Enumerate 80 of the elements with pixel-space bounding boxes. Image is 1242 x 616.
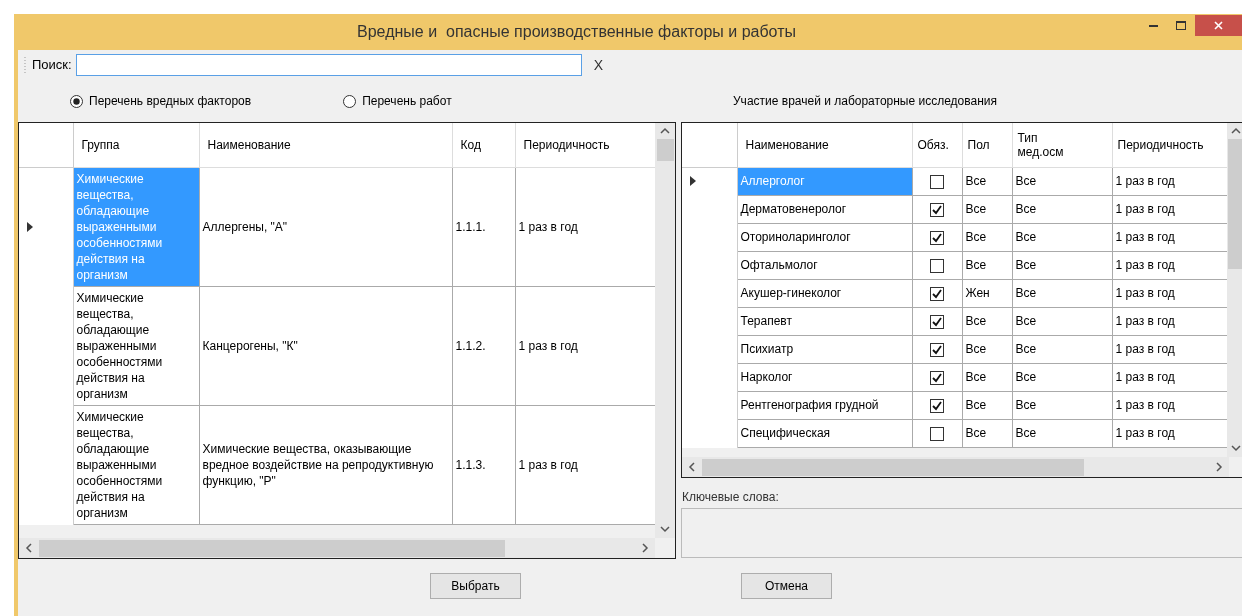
table-cell: Все xyxy=(962,307,1012,335)
table-cell: Аллерголог xyxy=(737,167,912,195)
table-cell: Все xyxy=(962,223,1012,251)
maximize-icon xyxy=(1176,20,1186,30)
scroll-thumb[interactable] xyxy=(1228,139,1242,269)
table-cell: Все xyxy=(1012,195,1112,223)
minimize-icon xyxy=(1148,23,1158,27)
radio-option[interactable]: Перечень вредных факторов xyxy=(70,92,252,110)
column-header[interactable]: Периодичность xyxy=(1112,123,1227,167)
table-cell: Все xyxy=(962,167,1012,195)
table-cell: Специфическая xyxy=(737,419,912,447)
column-header[interactable]: Наименование xyxy=(199,123,452,167)
table-cell: Все xyxy=(962,391,1012,419)
scroll-thumb[interactable] xyxy=(656,139,674,161)
table-cell: Химические вещества, обладающие выраженными особенностями действия на организм xyxy=(73,286,199,405)
checkbox[interactable] xyxy=(930,202,944,217)
table-cell: Химические вещества, обладающие выраженными особенностями действия на организм xyxy=(73,167,199,286)
vertical-scrollbar[interactable] xyxy=(655,123,675,538)
table-cell: Канцерогены, "К" xyxy=(199,286,452,405)
checkbox[interactable] xyxy=(930,314,944,329)
radio-option[interactable]: Перечень работ xyxy=(343,92,452,110)
checkbox[interactable] xyxy=(930,258,944,273)
table-cell: Химические вещества, оказывающие вредное воздействие на репродуктивную функцию, "Р" xyxy=(199,405,452,524)
dialog-button[interactable]: Выбрать xyxy=(430,573,521,599)
table-cell: Все xyxy=(1012,335,1112,363)
table-cell: Все xyxy=(1012,363,1112,391)
column-header[interactable]: Код xyxy=(452,123,515,167)
table-cell: Химические вещества, обладающие выраженными особенностями действия на организм xyxy=(73,405,199,524)
table-cell: Все xyxy=(1012,307,1112,335)
column-header[interactable]: Обяз. xyxy=(912,123,962,167)
table-cell: Все xyxy=(962,251,1012,279)
table-cell: Все xyxy=(1012,223,1112,251)
table-cell: Жен xyxy=(962,279,1012,307)
panel-title: Участие врачей и лабораторные исследования xyxy=(733,93,998,110)
keywords-label: Ключевые слова: xyxy=(682,489,780,506)
table-cell: Все xyxy=(1012,167,1112,195)
table-cell: 1.1.2. xyxy=(452,286,515,405)
table-cell: Терапевт xyxy=(737,307,912,335)
table-cell: Все xyxy=(962,195,1012,223)
table-cell: Все xyxy=(1012,251,1112,279)
table-cell: Нарколог xyxy=(737,363,912,391)
table-cell: Все xyxy=(962,363,1012,391)
keywords-field[interactable] xyxy=(681,508,1242,558)
column-header[interactable]: Наименование xyxy=(737,123,912,167)
horizontal-scrollbar[interactable] xyxy=(19,538,655,558)
table-cell: Все xyxy=(1012,391,1112,419)
window-title: Вредные и опасные производственные факторы и работы xyxy=(356,22,797,42)
column-header[interactable]: Периодичность xyxy=(515,123,655,167)
table-cell: Акушер-гинеколог xyxy=(737,279,912,307)
search-field[interactable] xyxy=(75,54,582,76)
column-header[interactable]: Группа xyxy=(73,123,199,167)
table-cell: 1.1.1. xyxy=(452,167,515,286)
table-cell: Все xyxy=(962,335,1012,363)
table-cell: Рентгенография грудной xyxy=(737,391,912,419)
dialog-button[interactable]: Отмена xyxy=(741,573,832,599)
checkbox[interactable] xyxy=(930,370,944,385)
close-icon xyxy=(1214,20,1223,30)
horizontal-scrollbar[interactable] xyxy=(682,457,1229,477)
checkbox[interactable] xyxy=(930,286,944,301)
checkbox[interactable] xyxy=(930,398,944,413)
column-header[interactable]: Пол xyxy=(962,123,1012,167)
table-cell: 1.1.3. xyxy=(452,405,515,524)
table-cell: Оториноларинголог xyxy=(737,223,912,251)
clear-button[interactable]: X xyxy=(593,54,603,76)
scroll-thumb[interactable] xyxy=(39,539,505,557)
table-cell: Офтальмолог xyxy=(737,251,912,279)
table-cell: Все xyxy=(962,419,1012,447)
vertical-scrollbar[interactable] xyxy=(1227,123,1242,457)
search-label: Поиск: xyxy=(32,56,72,75)
table-cell: Психиатр xyxy=(737,335,912,363)
checkbox[interactable] xyxy=(930,174,944,189)
table-cell: Дерматовенеролог xyxy=(737,195,912,223)
column-header[interactable]: Тип мед.осм xyxy=(1012,123,1112,167)
checkbox[interactable] xyxy=(930,426,944,441)
table-cell: Все xyxy=(1012,419,1112,447)
checkbox[interactable] xyxy=(930,230,944,245)
checkbox[interactable] xyxy=(930,342,944,357)
table-cell: Аллергены, "А" xyxy=(199,167,452,286)
table-cell: Все xyxy=(1012,279,1112,307)
scroll-thumb[interactable] xyxy=(702,458,1084,476)
